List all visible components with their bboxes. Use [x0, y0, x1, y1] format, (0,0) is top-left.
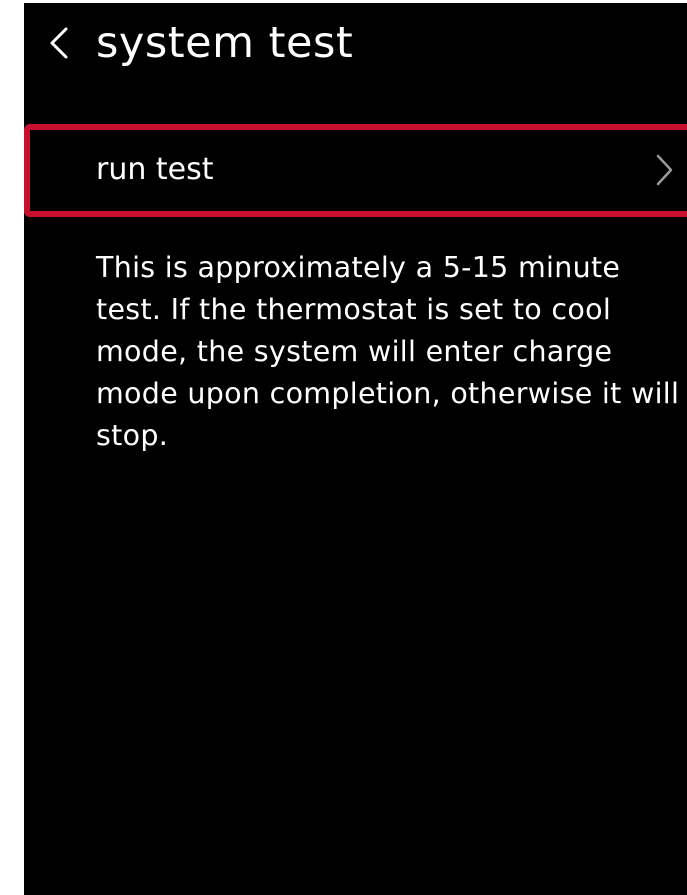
system-test-screen: system test run test This is approximate…: [24, 3, 687, 895]
chevron-left-icon[interactable]: [46, 25, 72, 61]
page-title: system test: [96, 18, 354, 68]
chevron-right-icon: [654, 152, 674, 188]
run-test-button[interactable]: run test: [24, 124, 687, 217]
run-test-label: run test: [96, 152, 214, 187]
header: system test: [24, 3, 687, 83]
test-description: This is approximately a 5-15 minute test…: [96, 251, 680, 452]
